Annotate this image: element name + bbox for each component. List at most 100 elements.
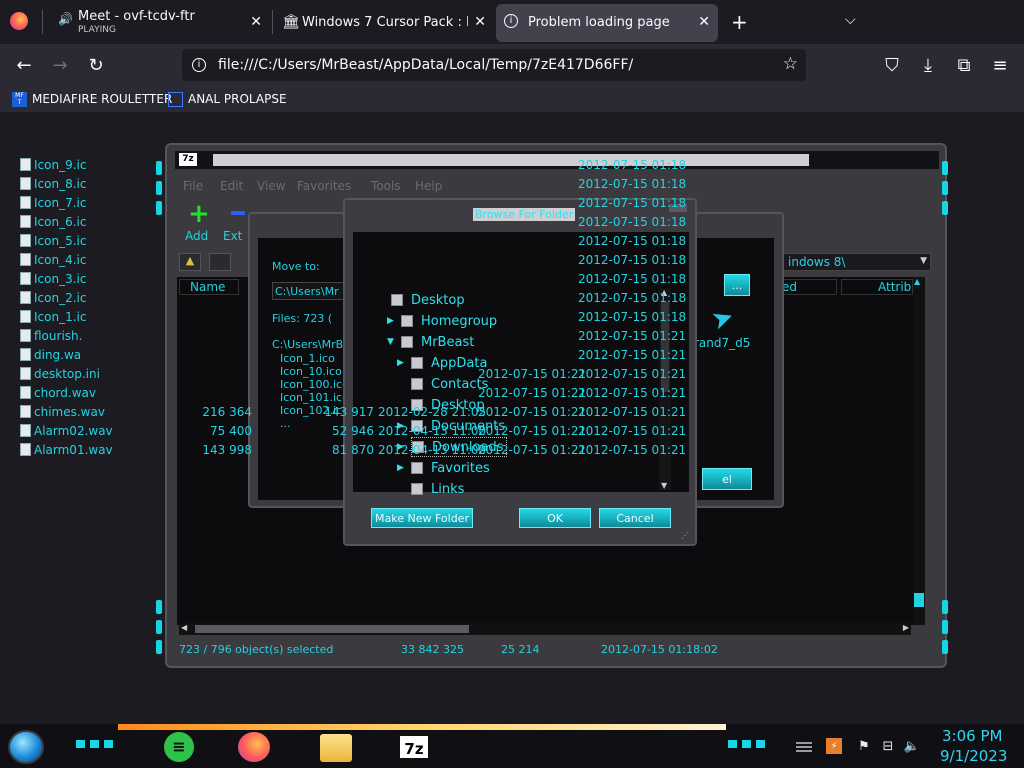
- clock-date[interactable]: 9/1/2023: [940, 747, 1007, 765]
- dropdown-arrow-icon[interactable]: ▼: [920, 256, 927, 266]
- notes-app-icon[interactable]: ≡: [164, 732, 194, 762]
- tray-app-icon[interactable]: ⚡: [826, 738, 842, 754]
- tab-separator: [272, 10, 273, 34]
- file-icon: [20, 196, 31, 209]
- cell-modified: 2012-07-15 01:21: [578, 405, 687, 419]
- table-row[interactable]: Icon_2.ic 2012-07-15 01:18: [10, 289, 746, 308]
- scroll-down-icon[interactable]: ▼: [661, 481, 667, 490]
- tree-item[interactable]: Favorites: [411, 458, 490, 478]
- explorer-folder-icon[interactable]: [320, 734, 352, 762]
- table-row[interactable]: desktop.ini 2012-07-15 01:21 2012-07-15 01…: [10, 365, 746, 384]
- info-icon[interactable]: i: [192, 58, 206, 72]
- table-row[interactable]: Icon_9.ic 2012-07-15 01:18: [10, 156, 746, 175]
- tray-volume-icon[interactable]: 🔈: [904, 738, 920, 754]
- table-row[interactable]: Icon_4.ic 2012-07-15 01:18: [10, 251, 746, 270]
- frame-notch: [942, 181, 948, 195]
- extensions-icon[interactable]: ⧉: [950, 52, 978, 78]
- bookmark-label: ANAL PROLAPSE: [188, 92, 287, 106]
- bookmark-mediafire[interactable]: MF T MEDIAFIRE ROULETTER: [12, 90, 172, 108]
- firefox-taskbar-icon[interactable]: [238, 732, 270, 762]
- cell-packed: 81 870: [332, 443, 374, 457]
- path-text: indows 8\: [788, 255, 846, 269]
- tab-close-icon[interactable]: ✕: [474, 14, 486, 30]
- cell-name: Icon_5.ic: [34, 234, 87, 248]
- table-row[interactable]: Icon_8.ic 2012-07-15 01:18: [10, 175, 746, 194]
- table-row[interactable]: Icon_1.ic 2012-07-15 01:18: [10, 308, 746, 327]
- cell-size: 216 364: [202, 405, 252, 419]
- cell-modified: 2012-07-15 01:18: [578, 177, 687, 191]
- resize-grip-icon[interactable]: ⋰: [681, 531, 689, 540]
- back-arrow-icon[interactable]: ←: [10, 52, 38, 78]
- tray-network-icon[interactable]: ⊟: [880, 738, 896, 754]
- status-selection: 723 / 796 object(s) selected: [179, 643, 334, 656]
- show-desktop-icon[interactable]: [796, 742, 812, 752]
- cell-modified: 2012-07-15 01:18: [578, 158, 687, 172]
- table-row[interactable]: Icon_5.ic 2012-07-15 01:18: [10, 232, 746, 251]
- firefox-menu-icon[interactable]: [10, 12, 28, 30]
- sevenzip-taskbar-icon[interactable]: 7z: [398, 734, 430, 760]
- taskbar-notch: [728, 740, 768, 748]
- cell-created: 2012-07-15 01:21: [478, 424, 587, 438]
- tab-close-icon[interactable]: ✕: [698, 14, 710, 30]
- make-new-folder-button[interactable]: Make New Folder: [371, 508, 473, 528]
- clock-time[interactable]: 3:06 PM: [942, 727, 1002, 745]
- tab-problem-loading[interactable]: i Problem loading page ✕: [496, 4, 718, 42]
- speaker-icon[interactable]: 🔊: [58, 12, 73, 26]
- table-row[interactable]: Alarm01.wav 143 998 81 870 2012-04-13 11:00…: [10, 441, 746, 460]
- browser-tab-bar: 🔊 Meet - ovf-tcdv-ftr PLAYING ✕ 🏛 Window…: [0, 0, 1024, 44]
- url-text[interactable]: file:///C:/Users/MrBeast/AppData/Local/T…: [218, 57, 633, 73]
- tab-separator: [42, 10, 43, 34]
- cell-date: 2012-04-13 11:00: [378, 424, 487, 438]
- table-row[interactable]: chord.wav 2012-07-15 01:21 2012-07-15 01:2…: [10, 384, 746, 403]
- hamburger-menu-icon[interactable]: ≡: [986, 52, 1014, 78]
- cell-modified: 2012-07-15 01:18: [578, 272, 687, 286]
- table-row[interactable]: flourish. 2012-07-15 01:21: [10, 327, 746, 346]
- scroll-thumb[interactable]: [195, 625, 469, 633]
- bookmark-second[interactable]: ANAL PROLAPSE: [168, 90, 287, 108]
- tray-flag-icon[interactable]: ⚑: [856, 738, 872, 754]
- bookmark-star-icon[interactable]: ☆: [783, 54, 798, 74]
- scroll-right-icon[interactable]: ▶: [903, 623, 909, 632]
- cell-modified: 2012-07-15 01:21: [578, 329, 687, 343]
- cell-modified: 2012-07-15 01:21: [578, 386, 687, 400]
- reload-icon[interactable]: ↻: [82, 52, 110, 78]
- file-icon: [20, 291, 31, 304]
- cell-modified: 2012-07-15 01:18: [578, 196, 687, 210]
- tab-cursor-pack[interactable]: 🏛 Windows 7 Cursor Pack : Micro ✕: [276, 4, 494, 42]
- audio-file-icon: [20, 443, 31, 456]
- vertical-scrollbar[interactable]: ▲: [913, 277, 925, 625]
- taskbar-notch: [76, 740, 116, 748]
- cancel-button[interactable]: Cancel: [599, 508, 671, 528]
- audio-file-icon: [20, 329, 31, 342]
- list-tabs-chevron-icon[interactable]: ⌵: [845, 12, 856, 28]
- frame-notch: [156, 640, 162, 654]
- forward-arrow-icon[interactable]: →: [46, 52, 74, 78]
- table-row[interactable]: chimes.wav 216 364 143 917 2012-02-28 21:05…: [10, 403, 746, 422]
- table-row[interactable]: Icon_7.ic 2012-07-15 01:18: [10, 194, 746, 213]
- column-attrib-header[interactable]: Attrib: [841, 279, 913, 295]
- tab-close-icon[interactable]: ✕: [250, 14, 262, 30]
- folder-icon: [411, 483, 423, 495]
- start-orb-icon[interactable]: [8, 730, 44, 764]
- table-row[interactable]: Alarm02.wav 75 400 52 946 2012-04-13 11:00 2…: [10, 422, 746, 441]
- column-modified-header[interactable]: ed: [777, 279, 837, 295]
- table-row[interactable]: Icon_3.ic 2012-07-15 01:18: [10, 270, 746, 289]
- scroll-left-icon[interactable]: ◀: [181, 623, 187, 632]
- downloads-icon[interactable]: ⤓: [914, 52, 942, 78]
- ok-button[interactable]: OK: [519, 508, 591, 528]
- pocket-icon[interactable]: ⛉: [878, 52, 906, 78]
- scroll-up-icon[interactable]: ▲: [914, 277, 920, 286]
- cell-modified: 2012-07-15 01:21: [578, 348, 687, 362]
- tab-meet[interactable]: 🔊 Meet - ovf-tcdv-ftr PLAYING ✕: [50, 4, 270, 42]
- tree-expand-icon[interactable]: ▶: [397, 463, 404, 473]
- cell-modified: 2012-07-15 01:21: [578, 424, 687, 438]
- cancel-button-partial[interactable]: el: [702, 468, 752, 490]
- path-combo[interactable]: indows 8\ ▼: [783, 253, 931, 271]
- tree-item[interactable]: Links: [411, 479, 464, 499]
- horizontal-scrollbar[interactable]: ◀ ▶: [179, 623, 911, 635]
- table-row[interactable]: ding.wa 2012-07-15 01:21: [10, 346, 746, 365]
- url-bar[interactable]: i file:///C:/Users/MrBeast/AppData/Local…: [182, 49, 806, 81]
- table-row[interactable]: Icon_6.ic 2012-07-15 01:18: [10, 213, 746, 232]
- new-tab-icon[interactable]: +: [731, 10, 748, 34]
- scroll-thumb[interactable]: [914, 593, 924, 607]
